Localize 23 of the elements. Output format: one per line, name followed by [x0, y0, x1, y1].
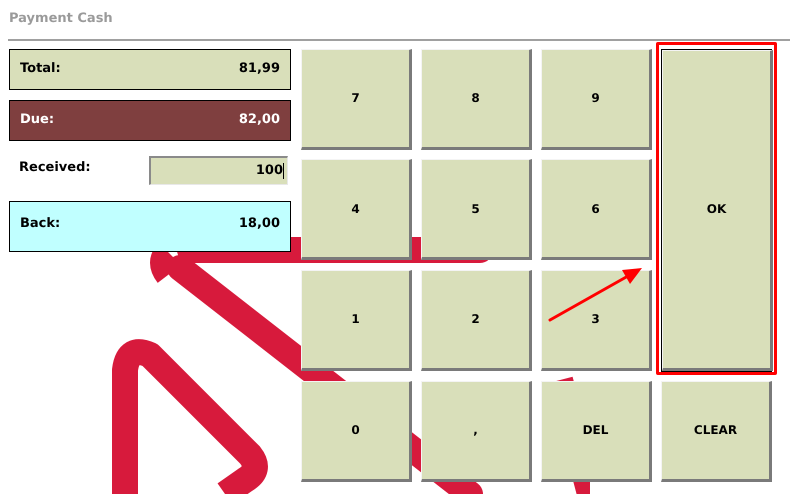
keypad-button[interactable]: 3 — [541, 270, 652, 371]
keypad-button[interactable]: 2 — [421, 270, 532, 371]
field-value: 18,00 — [238, 214, 280, 232]
keypad-button[interactable]: DEL — [541, 380, 652, 482]
field-value: 82,00 — [238, 111, 280, 130]
keypad-button[interactable]: 0 — [301, 380, 412, 482]
keypad-button[interactable]: CLEAR — [661, 380, 772, 482]
keypad-button[interactable]: , — [421, 380, 532, 482]
keypad-button[interactable]: 9 — [541, 48, 652, 150]
field-label: Received: — [19, 158, 92, 177]
keypad-button[interactable]: 7 — [301, 48, 412, 150]
input-field[interactable]: 100 — [149, 156, 288, 185]
field-label: Back: — [20, 214, 60, 232]
field-label: Due: — [20, 111, 54, 130]
field-value: 81,99 — [238, 60, 280, 78]
keypad-button[interactable]: 4 — [301, 159, 412, 260]
keypad-button[interactable]: 1 — [301, 270, 412, 371]
keypad-button[interactable]: OK — [662, 50, 773, 370]
keypad-button[interactable]: 6 — [541, 159, 652, 260]
window-title: Payment Cash — [9, 10, 113, 28]
keypad-button[interactable]: 5 — [421, 159, 532, 260]
keypad-button[interactable]: 8 — [421, 48, 532, 150]
field-label: Total: — [20, 60, 61, 78]
